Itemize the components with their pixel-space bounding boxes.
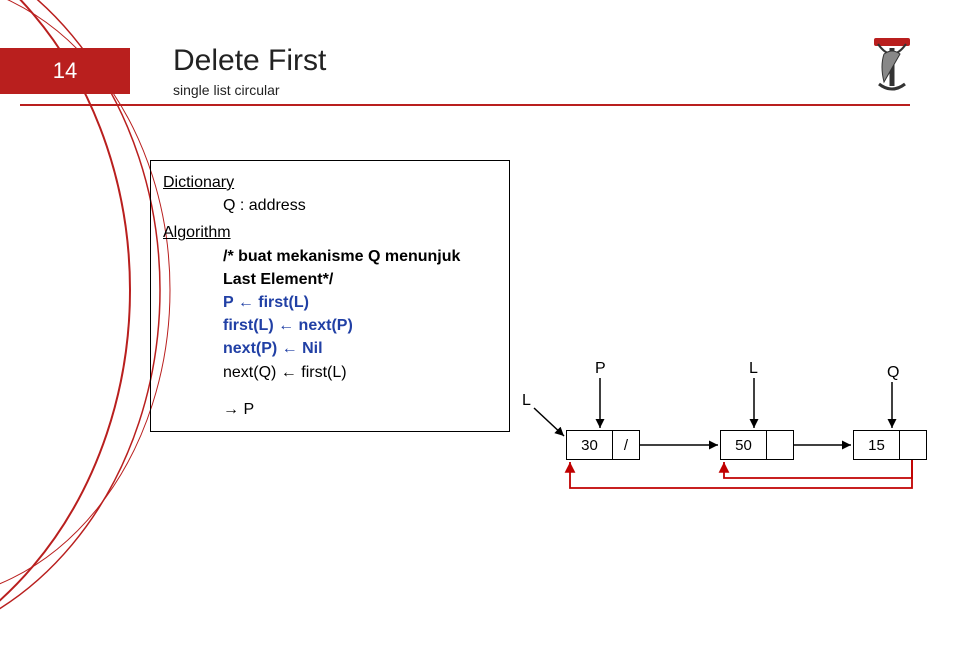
page-subtitle: single list circular [173, 82, 280, 98]
algo-line-4: next(Q) ← first(L) [163, 361, 497, 384]
linked-list-diagram: L P L Q 30 / 50 15 [542, 350, 947, 510]
algo-return: → P [163, 398, 497, 421]
title-rule [20, 104, 910, 106]
algo-line-3: next(P) ← Nil [163, 337, 497, 360]
dictionary-heading: Dictionary [163, 171, 497, 194]
algo-line-1: P ← first(L) [163, 291, 497, 314]
diagram-arrows [542, 350, 947, 510]
page-title: Delete First [173, 44, 326, 78]
slide-number-block: 14 [0, 48, 130, 94]
algorithm-box: Dictionary Q : address Algorithm /* buat… [150, 160, 510, 432]
algo-line-2: first(L) ← next(P) [163, 314, 497, 337]
dictionary-decl: Q : address [163, 194, 497, 217]
label-L-first: L [522, 392, 531, 410]
algorithm-heading: Algorithm [163, 221, 497, 244]
algorithm-comment: /* buat mekanisme Q menunjuk Last Elemen… [163, 245, 497, 291]
slide-number: 14 [53, 58, 77, 84]
institution-logo [864, 36, 920, 100]
